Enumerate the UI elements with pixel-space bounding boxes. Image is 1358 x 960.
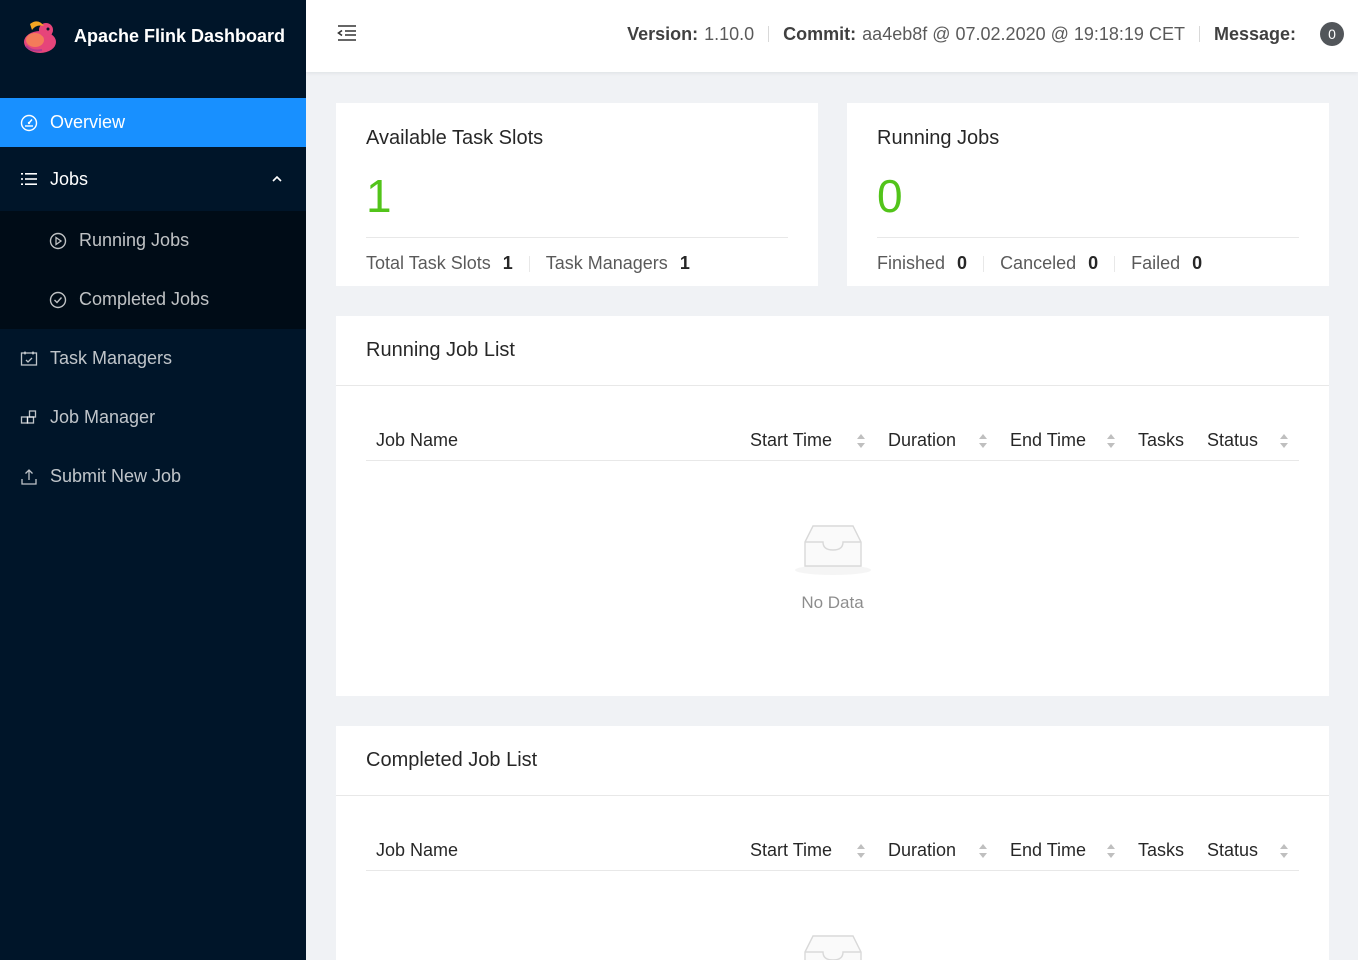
sidebar-item-running-jobs[interactable]: Running Jobs: [0, 211, 306, 270]
jobs-submenu: Running Jobs Completed Jobs: [0, 211, 306, 329]
divider: [528, 255, 530, 272]
list-icon: [20, 170, 38, 188]
brand[interactable]: Apache Flink Dashboard: [0, 0, 306, 72]
empty-state: No Data: [336, 520, 1329, 613]
message-count-badge[interactable]: 0: [1320, 22, 1344, 46]
check-circle-icon: [49, 291, 67, 309]
sort-icon[interactable]: [978, 433, 988, 449]
canceled-value: 0: [1088, 253, 1099, 273]
column-status[interactable]: Status: [1207, 840, 1258, 861]
chevron-up-icon[interactable]: [270, 172, 284, 186]
task-slots-card: Available Task Slots 1 Total Task Slots …: [336, 103, 818, 286]
sort-icon[interactable]: [1106, 843, 1116, 859]
sort-icon[interactable]: [1279, 433, 1289, 449]
finished-label: Finished: [877, 253, 946, 273]
version-label: Version:: [627, 23, 699, 44]
message-label: Message:: [1213, 23, 1296, 44]
sidebar-item-completed-jobs[interactable]: Completed Jobs: [0, 270, 306, 329]
card-title: Available Task Slots: [366, 127, 544, 149]
column-duration[interactable]: Duration: [888, 840, 956, 861]
divider: [983, 255, 985, 272]
column-job-name[interactable]: Job Name: [376, 840, 458, 861]
available-slots-value: 1: [366, 170, 392, 222]
sort-icon[interactable]: [1279, 843, 1289, 859]
sort-icon[interactable]: [1106, 433, 1116, 449]
column-start-time[interactable]: Start Time: [750, 430, 832, 451]
failed-label: Failed: [1131, 253, 1181, 273]
completed-job-list-card: Completed Job List Job Name Start Time D…: [336, 726, 1329, 960]
column-tasks[interactable]: Tasks: [1138, 840, 1184, 861]
running-jobs-card: Running Jobs 0 Finished 0 Canceled 0 Fai…: [847, 103, 1329, 286]
sidebar-item-jobs[interactable]: Jobs: [0, 147, 306, 211]
running-job-list-card: Running Job List Job Name Start Time Dur…: [336, 316, 1329, 696]
finished-value: 0: [957, 253, 968, 273]
brand-title: Apache Flink Dashboard: [74, 25, 286, 46]
canceled-label: Canceled: [1000, 253, 1077, 273]
flink-logo-icon: [24, 21, 56, 53]
sidebar-item-label: Completed Jobs: [79, 289, 210, 309]
card-title: Completed Job List: [336, 726, 1329, 796]
empty-inbox-icon: [794, 525, 871, 575]
column-job-name[interactable]: Job Name: [376, 430, 458, 451]
total-slots-value: 1: [502, 253, 513, 273]
sidebar-item-label: Submit New Job: [50, 466, 182, 486]
task-managers-label: Task Managers: [545, 253, 668, 273]
sidebar-item-label: Jobs: [50, 168, 89, 189]
sidebar-item-label: Overview: [50, 112, 126, 132]
top-header: Version: 1.10.0 Commit: aa4eb8f @ 07.02.…: [306, 0, 1358, 72]
sidebar-item-label: Task Managers: [50, 348, 173, 368]
table-header: Job Name Start Time Duration End Time Ta…: [366, 420, 1299, 461]
sidebar-menu: Overview Jobs Running Jobs Completed Job…: [0, 98, 306, 506]
total-slots-label: Total Task Slots: [366, 253, 491, 273]
sidebar-item-submit-new-job[interactable]: Submit New Job: [0, 447, 306, 506]
card-title: Running Job List: [336, 316, 1329, 386]
card-footer: Total Task Slots 1 Task Managers 1: [366, 253, 690, 274]
menu-fold-icon[interactable]: [336, 22, 358, 44]
divider: [1198, 26, 1200, 42]
running-jobs-value: 0: [877, 170, 903, 222]
failed-value: 0: [1192, 253, 1203, 273]
column-end-time[interactable]: End Time: [1010, 840, 1086, 861]
task-managers-value: 1: [679, 253, 690, 273]
sidebar-item-overview[interactable]: Overview: [0, 98, 306, 147]
commit-label: Commit:: [783, 23, 857, 44]
card-footer: Finished 0 Canceled 0 Failed 0: [877, 253, 1202, 274]
sidebar-item-task-managers[interactable]: Task Managers: [0, 329, 306, 388]
column-duration[interactable]: Duration: [888, 430, 956, 451]
empty-text: No Data: [801, 593, 864, 612]
column-tasks[interactable]: Tasks: [1138, 430, 1184, 451]
card-title: Running Jobs: [877, 127, 1000, 149]
column-status[interactable]: Status: [1207, 430, 1258, 451]
table-header: Job Name Start Time Duration End Time Ta…: [366, 830, 1299, 871]
empty-state: [336, 930, 1329, 960]
dashboard-icon: [20, 114, 38, 132]
column-start-time[interactable]: Start Time: [750, 840, 832, 861]
sidebar-item-label: Running Jobs: [79, 230, 190, 250]
divider: [768, 26, 770, 42]
sort-icon[interactable]: [978, 843, 988, 859]
divider: [877, 237, 1299, 238]
commit-value: aa4eb8f @ 07.02.2020 @ 19:18:19 CET: [862, 23, 1185, 44]
sort-icon[interactable]: [856, 843, 866, 859]
upload-icon: [20, 468, 38, 486]
header-info: Version: 1.10.0 Commit: aa4eb8f @ 07.02.…: [627, 22, 1344, 46]
schedule-icon: [20, 350, 38, 368]
empty-inbox-icon: [803, 935, 862, 960]
play-circle-icon: [49, 232, 67, 250]
sort-icon[interactable]: [856, 433, 866, 449]
sidebar-item-job-manager[interactable]: Job Manager: [0, 388, 306, 447]
divider: [1114, 255, 1116, 272]
version-value: 1.10.0: [704, 23, 755, 44]
divider: [366, 237, 788, 238]
column-end-time[interactable]: End Time: [1010, 430, 1086, 451]
sidebar-item-label: Job Manager: [50, 407, 156, 427]
cluster-icon: [20, 409, 38, 427]
sidebar: Apache Flink Dashboard Overview Jobs Run…: [0, 0, 306, 960]
